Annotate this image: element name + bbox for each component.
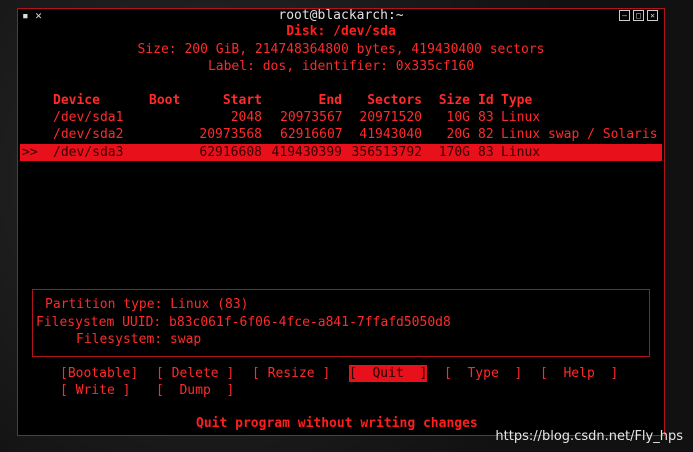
watermark-text: https://blog.csdn.net/Fly_hps	[495, 429, 683, 444]
row-start: 62916608	[199, 145, 262, 160]
help-button[interactable]: [ Help ]	[540, 365, 618, 382]
row-id: 83	[478, 145, 494, 160]
status-message: Quit program without writing changes	[196, 416, 478, 431]
partition-info-box: Partition type: Linux (83) Filesystem UU…	[32, 289, 650, 357]
write-button[interactable]: [ Write ]	[60, 382, 130, 399]
row-start: 2048	[230, 110, 262, 125]
disk-title: Disk: /dev/sda	[286, 24, 396, 39]
bootable-button[interactable]: [Bootable]	[60, 365, 138, 382]
col-start: Start	[222, 93, 262, 108]
row-sectors: 20971520	[359, 110, 422, 125]
disk-label-line: Label: dos, identifier: 0x335cf160	[207, 59, 475, 74]
table-row-selected[interactable]: >> /dev/sda3 62916608 419430399 35651379…	[20, 144, 662, 161]
col-boot: Boot	[149, 93, 181, 108]
row-device: /dev/sda3	[53, 145, 124, 160]
row-device: /dev/sda1	[53, 110, 124, 125]
terminal-window: ▪ ✕ root@blackarch:~ – □ ✕ Disk: /dev/sd…	[17, 8, 665, 436]
row-end: 62916607	[280, 127, 343, 142]
table-row[interactable]: /dev/sda1 2048 20973567 20971520 10G 83 …	[20, 109, 662, 126]
row-type: Linux swap / Solaris	[501, 127, 658, 142]
col-size: Size	[438, 93, 470, 108]
type-button[interactable]: [ Type ]	[444, 365, 522, 382]
row-size: 20G	[446, 127, 470, 142]
row-marker: >>	[22, 145, 38, 160]
row-sectors: 356513792	[351, 145, 422, 160]
row-type: Linux	[501, 145, 541, 160]
row-size: 10G	[446, 110, 470, 125]
filesystem-type: Filesystem: swap	[76, 332, 202, 347]
quit-button[interactable]: [ Quit ]	[349, 365, 428, 382]
row-device: /dev/sda2	[53, 127, 124, 142]
window-title: root@blackarch:~	[278, 8, 404, 23]
table-row[interactable]: /dev/sda2 20973568 62916607 41943040 20G…	[20, 126, 662, 143]
title-bar: ▪ ✕ root@blackarch:~ – □ ✕	[18, 9, 664, 23]
row-size: 170G	[438, 145, 470, 160]
partition-type: Partition type: Linux (83)	[45, 297, 249, 312]
col-sectors: Sectors	[367, 93, 422, 108]
resize-button[interactable]: [ Resize ]	[252, 365, 330, 382]
filesystem-uuid: Filesystem UUID: b83c061f-6f06-4fce-a841…	[36, 315, 451, 330]
maximize-icon[interactable]: □	[633, 10, 644, 21]
close-icon[interactable]: ✕	[647, 10, 658, 21]
col-end: End	[318, 93, 342, 108]
row-end: 20973567	[280, 110, 343, 125]
row-id: 83	[478, 110, 494, 125]
row-id: 82	[478, 127, 494, 142]
col-id: Id	[478, 93, 494, 108]
row-end: 419430399	[271, 145, 342, 160]
row-type: Linux	[501, 110, 541, 125]
table-header: Device Boot Start End Sectors Size Id Ty…	[20, 92, 662, 109]
minimize-icon[interactable]: –	[619, 10, 630, 21]
delete-button[interactable]: [ Delete ]	[156, 365, 234, 382]
dump-button[interactable]: [ Dump ]	[156, 382, 234, 399]
row-start: 20973568	[199, 127, 262, 142]
disk-size-line: Size: 200 GiB, 214748364800 bytes, 41943…	[137, 42, 545, 57]
col-device: Device	[53, 93, 100, 108]
row-sectors: 41943040	[359, 127, 422, 142]
col-type: Type	[501, 93, 533, 108]
